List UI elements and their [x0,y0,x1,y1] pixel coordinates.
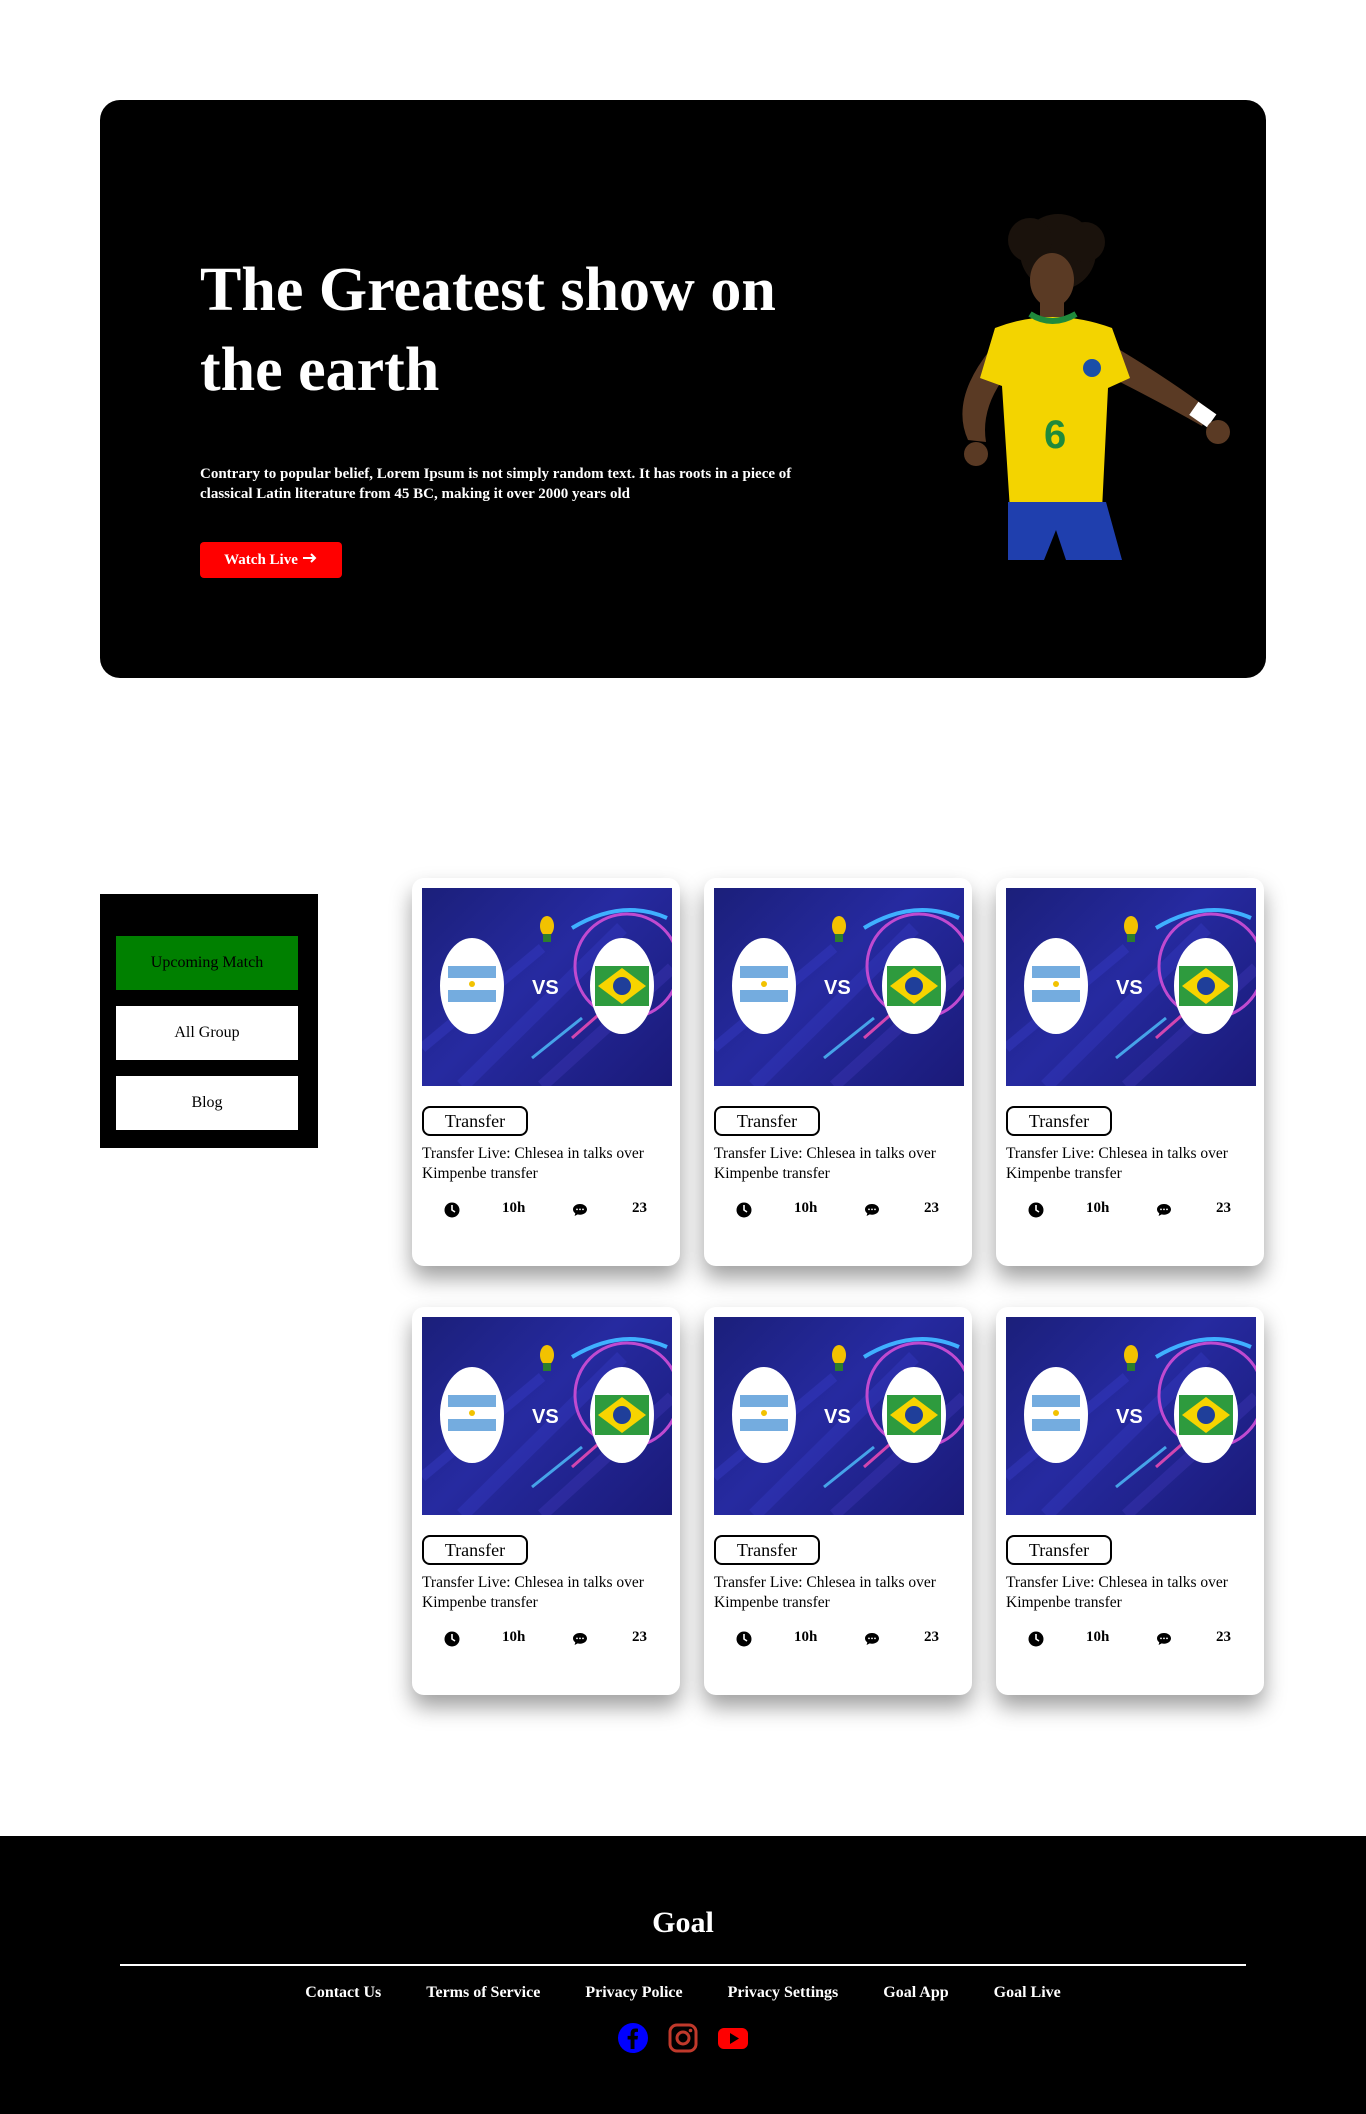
time-ago: 10h [794,1200,818,1216]
trophy-icon [832,916,846,942]
svg-text:VS: VS [824,1406,851,1428]
news-card-5[interactable]: VS Transfer Transfer Live: Chlesea in ta… [704,1307,972,1695]
card-title[interactable]: Transfer Live: Chlesea in talks over Kim… [422,1573,672,1613]
card-meta: 10h 23 [714,1627,964,1651]
card-title[interactable]: Transfer Live: Chlesea in talks over Kim… [422,1144,672,1184]
news-card-2[interactable]: VS Transfer Transfer Live: Chlesea in ta… [704,878,972,1266]
svg-text:VS: VS [532,977,559,999]
match-thumbnail: VS [422,1317,672,1515]
time-ago: 10h [502,1200,526,1216]
football-player-image: 6 [962,214,1230,560]
trophy-icon [832,1345,846,1371]
time-ago: 10h [502,1629,526,1645]
news-card-6[interactable]: VS Transfer Transfer Live: Chlesea in ta… [996,1307,1264,1695]
footer-brand: Goal [652,1906,714,1939]
youtube-icon[interactable] [717,2022,749,2054]
instagram-icon[interactable] [667,2022,699,2054]
social-links [0,2022,1366,2054]
category-tag[interactable]: Transfer [714,1106,820,1136]
comment-count: 23 [924,1200,939,1216]
category-tag[interactable]: Transfer [1006,1535,1112,1565]
site-footer: Goal Contact Us Terms of Service Privacy… [0,1836,1366,2114]
hero-title: The Greatest show on the earth [200,256,776,404]
card-title[interactable]: Transfer Live: Chlesea in talks over Kim… [1006,1144,1256,1184]
category-tag[interactable]: Transfer [714,1535,820,1565]
trophy-icon [1124,1345,1138,1371]
clock-icon [736,1631,752,1647]
time-ago: 10h [794,1629,818,1645]
comment-count: 23 [924,1629,939,1645]
footer-links: Contact Us Terms of Service Privacy Poli… [0,1984,1366,2002]
match-thumbnail: VS [422,888,672,1086]
comment-count: 23 [1216,1629,1231,1645]
svg-text:VS: VS [824,977,851,999]
footer-link-privacy-settings[interactable]: Privacy Settings [728,1984,839,2002]
trophy-icon [1124,916,1138,942]
comment-icon [573,1204,587,1216]
sidebar-item-all-group[interactable]: All Group [116,1006,298,1060]
card-meta: 10h 23 [422,1627,672,1651]
card-meta: 10h 23 [714,1198,964,1222]
shirt-number: 6 [1044,413,1066,457]
comment-icon [865,1633,879,1645]
footer-link-goal-live[interactable]: Goal Live [994,1984,1061,2002]
footer-link-terms-of-service[interactable]: Terms of Service [426,1984,540,2002]
comment-icon [865,1204,879,1216]
svg-text:VS: VS [532,1406,559,1428]
trophy-icon [540,1345,554,1371]
comment-icon [1157,1204,1171,1216]
clock-icon [444,1631,460,1647]
footer-divider [120,1964,1246,1966]
category-tag[interactable]: Transfer [422,1106,528,1136]
time-ago: 10h [1086,1200,1110,1216]
comment-icon [573,1633,587,1645]
trophy-icon [540,916,554,942]
watch-live-button[interactable]: Watch Live [200,542,342,578]
svg-text:VS: VS [1116,977,1143,999]
match-thumbnail: VS [1006,888,1256,1086]
clock-icon [736,1202,752,1218]
comment-icon [1157,1633,1171,1645]
card-title[interactable]: Transfer Live: Chlesea in talks over Kim… [714,1144,964,1184]
match-thumbnail: VS [1006,1317,1256,1515]
card-meta: 10h 23 [1006,1627,1256,1651]
clock-icon [1028,1202,1044,1218]
footer-link-privacy-police[interactable]: Privacy Police [585,1984,682,2002]
comment-count: 23 [632,1200,647,1216]
category-tag[interactable]: Transfer [1006,1106,1112,1136]
match-thumbnail: VS [714,1317,964,1515]
sidebar-menu: Upcoming Match All Group Blog [100,894,318,1148]
news-card-4[interactable]: VS Transfer Transfer Live: Chlesea in ta… [412,1307,680,1695]
card-title[interactable]: Transfer Live: Chlesea in talks over Kim… [1006,1573,1256,1613]
facebook-icon[interactable] [617,2022,649,2054]
svg-text:VS: VS [1116,1406,1143,1428]
arrow-right-icon [302,552,318,569]
news-card-1[interactable]: VS Transfer Transfer Live: Chlesea in ta… [412,878,680,1266]
hero-description: Contrary to popular belief, Lorem Ipsum … [200,466,792,502]
match-thumbnail: VS [714,888,964,1086]
news-card-3[interactable]: VS Transfer Transfer Live: Chlesea in ta… [996,878,1264,1266]
clock-icon [444,1202,460,1218]
comment-count: 23 [1216,1200,1231,1216]
sidebar-item-blog[interactable]: Blog [116,1076,298,1130]
watch-live-label: Watch Live [224,551,298,568]
hero-banner: The Greatest show on the earth Contrary … [100,100,1266,678]
category-tag[interactable]: Transfer [422,1535,528,1565]
card-title[interactable]: Transfer Live: Chlesea in talks over Kim… [714,1573,964,1613]
footer-link-contact-us[interactable]: Contact Us [305,1984,381,2002]
comment-count: 23 [632,1629,647,1645]
card-meta: 10h 23 [422,1198,672,1222]
sidebar-item-upcoming-match[interactable]: Upcoming Match [116,936,298,990]
card-meta: 10h 23 [1006,1198,1256,1222]
clock-icon [1028,1631,1044,1647]
time-ago: 10h [1086,1629,1110,1645]
footer-link-goal-app[interactable]: Goal App [883,1984,948,2002]
